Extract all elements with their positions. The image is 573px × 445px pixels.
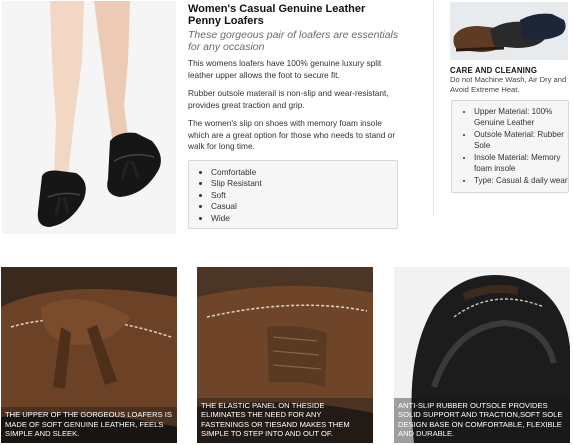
column-divider bbox=[433, 2, 434, 216]
feature-item: Casual bbox=[211, 201, 397, 213]
description-paragraph: The women's slip on shoes with memory fo… bbox=[188, 118, 396, 151]
product-description: Women's Casual Genuine Leather Penny Loa… bbox=[188, 0, 400, 229]
spec-item: Outsole Material: Rubber Sole bbox=[474, 129, 568, 151]
care-text: Do not Machine Wash, Air Dry and Avoid E… bbox=[450, 75, 567, 94]
description-paragraph: This womens loafers have 100% genuine lu… bbox=[188, 58, 382, 80]
loafer-pair-illustration bbox=[450, 2, 568, 60]
spec-item: Insole Material: Memory foam insole bbox=[474, 152, 568, 174]
panel-caption: THE UPPER OF THE GORGEOUS LOAFERS IS MAD… bbox=[1, 407, 177, 443]
panel-caption: THE ELASTIC PANEL ON THESIDE ELIMINATES … bbox=[197, 397, 373, 443]
feature-item: Soft bbox=[211, 190, 397, 202]
features-box: Comfortable Slip Resistant Soft Casual W… bbox=[188, 159, 398, 229]
feature-item: Wide bbox=[211, 213, 397, 225]
description-paragraph: Rubber outsole materail is non-slip and … bbox=[188, 88, 389, 110]
detail-panel-upper: THE UPPER OF THE GORGEOUS LOAFERS IS MAD… bbox=[1, 267, 177, 443]
feature-item: Comfortable bbox=[211, 167, 397, 179]
spec-item: Type: Casual & daily wear bbox=[474, 175, 568, 186]
features-list: Comfortable Slip Resistant Soft Casual W… bbox=[189, 167, 397, 225]
feature-item: Slip Resistant bbox=[211, 178, 397, 190]
care-heading: CARE AND CLEANING bbox=[450, 66, 538, 75]
panel-caption: ANTI-SLIP RUBBER OUTSOLE PROVIDES SOLID … bbox=[394, 397, 570, 443]
loafer-legs-illustration bbox=[2, 1, 176, 234]
product-title: Women's Casual Genuine Leather Penny Loa… bbox=[188, 3, 366, 27]
product-subtitle: These gorgeous pair of loafers are essen… bbox=[188, 29, 399, 53]
specs-box: Upper Material: 100% Genuine Leather Out… bbox=[451, 100, 569, 193]
detail-panel-outsole: ANTI-SLIP RUBBER OUTSOLE PROVIDES SOLID … bbox=[394, 267, 570, 443]
color-variants-image bbox=[450, 2, 568, 60]
detail-panel-elastic: THE ELASTIC PANEL ON THESIDE ELIMINATES … bbox=[197, 267, 373, 443]
spec-item: Upper Material: 100% Genuine Leather bbox=[474, 106, 568, 128]
hero-product-image bbox=[2, 1, 176, 234]
specs-list: Upper Material: 100% Genuine Leather Out… bbox=[452, 106, 568, 186]
